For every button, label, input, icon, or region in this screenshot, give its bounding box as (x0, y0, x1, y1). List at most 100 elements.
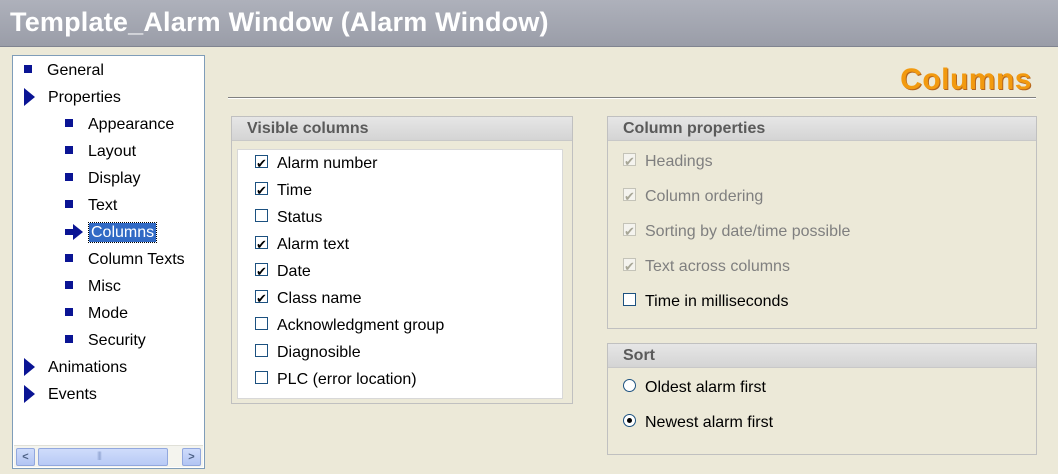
scroll-left-button[interactable]: < (16, 448, 35, 466)
checkbox-icon (623, 220, 636, 244)
checkbox-label: Date (277, 263, 311, 280)
nav-item-text[interactable]: Text (65, 194, 117, 218)
group-heading: Sort (608, 344, 1036, 368)
checkbox-icon[interactable] (255, 344, 268, 358)
checkbox-time-in-milliseconds[interactable]: Time in milliseconds (623, 290, 788, 314)
checkbox-icon[interactable] (255, 260, 268, 284)
group-heading: Column properties (608, 117, 1036, 141)
nav-item-label: Display (88, 170, 141, 187)
nav-item-label: Layout (88, 143, 137, 160)
checkbox-acknowledgment-group[interactable]: Acknowledgment group (255, 314, 444, 338)
radio-label: Newest alarm first (645, 414, 774, 431)
checkbox-icon (623, 255, 636, 279)
nav-item-label: Properties (48, 89, 121, 106)
sort-group: Sort Oldest alarm first Newest alarm fir… (607, 343, 1037, 455)
property-tree[interactable]: General Properties Appearance Layout Dis… (12, 55, 205, 469)
nav-item-misc[interactable]: Misc (65, 275, 121, 299)
nav-item-label: Events (48, 386, 97, 403)
checkbox-label: Time (277, 182, 312, 199)
checkbox-label: Class name (277, 290, 362, 307)
visible-columns-list: Alarm number Time Status Alarm text Date… (237, 149, 563, 399)
scroll-right-button[interactable]: > (182, 448, 201, 466)
nav-item-label: Security (88, 332, 146, 349)
column-properties-group: Column properties Headings Column orderi… (607, 116, 1037, 329)
checkbox-label: Status (277, 209, 323, 226)
checkbox-alarm-number[interactable]: Alarm number (255, 152, 377, 176)
nav-item-mode[interactable]: Mode (65, 302, 128, 326)
nav-item-label: Misc (88, 278, 121, 295)
bullet-icon (24, 64, 32, 73)
checkbox-icon[interactable] (255, 371, 268, 385)
bullet-icon (65, 280, 73, 289)
radio-label: Oldest alarm first (645, 379, 766, 396)
checkbox-label: Diagnosible (277, 344, 361, 361)
checkbox-label: Time in milliseconds (645, 293, 789, 310)
expand-triangle-icon (24, 357, 35, 376)
horizontal-scrollbar[interactable]: < > (14, 445, 203, 467)
checkbox-icon[interactable] (255, 209, 268, 223)
nav-item-general[interactable]: General (24, 59, 104, 83)
checkbox-label: Headings (645, 153, 713, 170)
window-title: Template_Alarm Window (Alarm Window) (10, 7, 549, 37)
checkbox-label: PLC (error location) (277, 371, 417, 388)
checkbox-label: Column ordering (645, 188, 764, 205)
checkbox-icon (623, 150, 636, 174)
bullet-icon (65, 145, 73, 154)
properties-panel: Columns Visible columns Alarm number Tim… (214, 55, 1052, 469)
section-title: Columns (900, 63, 1032, 96)
alarm-window: Template_Alarm Window (Alarm Window) Gen… (0, 0, 1058, 474)
bullet-icon (65, 172, 73, 181)
bullet-icon (65, 334, 73, 343)
nav-item-label: Columns (87, 222, 158, 243)
expand-triangle-icon (24, 87, 35, 106)
checkbox-label: Sorting by date/time possible (645, 223, 851, 240)
checkbox-icon[interactable] (255, 287, 268, 311)
nav-item-security[interactable]: Security (65, 329, 146, 353)
checkbox-class-name[interactable]: Class name (255, 287, 361, 311)
radio-newest-alarm-first[interactable]: Newest alarm first (623, 411, 773, 435)
nav-item-display[interactable]: Display (65, 167, 140, 191)
checkbox-icon (623, 185, 636, 209)
checkbox-diagnosible[interactable]: Diagnosible (255, 341, 361, 365)
checkbox-time[interactable]: Time (255, 179, 312, 203)
radio-icon[interactable] (623, 414, 636, 428)
nav-item-label: Text (88, 197, 118, 214)
checkbox-label: Text across columns (645, 258, 790, 275)
nav-item-label: Column Texts (88, 251, 185, 268)
nav-item-label: General (47, 62, 104, 79)
bullet-icon (65, 199, 73, 208)
nav-item-events[interactable]: Events (24, 383, 97, 407)
nav-item-layout[interactable]: Layout (65, 140, 136, 164)
checkbox-label: Alarm text (277, 236, 350, 253)
checkbox-icon[interactable] (255, 152, 268, 176)
checkbox-icon[interactable] (255, 233, 268, 257)
checkbox-icon[interactable] (255, 317, 268, 331)
nav-item-animations[interactable]: Animations (24, 356, 127, 380)
checkbox-column-ordering: Column ordering (623, 185, 763, 209)
checkbox-icon[interactable] (255, 179, 268, 203)
bullet-icon (65, 253, 73, 262)
nav-item-label: Appearance (88, 116, 175, 133)
expand-triangle-icon (24, 384, 35, 403)
checkbox-label: Alarm number (277, 155, 378, 172)
bullet-icon (65, 118, 73, 127)
group-heading: Visible columns (232, 117, 572, 141)
scroll-thumb[interactable] (38, 448, 168, 466)
nav-item-label: Mode (88, 305, 129, 322)
bullet-icon (65, 307, 73, 316)
nav-item-column-texts[interactable]: Column Texts (65, 248, 185, 272)
checkbox-status[interactable]: Status (255, 206, 322, 230)
checkbox-sorting-by-date: Sorting by date/time possible (623, 220, 850, 244)
radio-icon[interactable] (623, 379, 636, 393)
nav-item-label: Animations (48, 359, 128, 376)
checkbox-date[interactable]: Date (255, 260, 311, 284)
nav-item-columns[interactable]: Columns (65, 221, 158, 245)
radio-oldest-alarm-first[interactable]: Oldest alarm first (623, 376, 766, 400)
section-divider (228, 97, 1036, 99)
nav-item-properties[interactable]: Properties (24, 86, 121, 110)
checkbox-alarm-text[interactable]: Alarm text (255, 233, 349, 257)
nav-item-appearance[interactable]: Appearance (65, 113, 174, 137)
checkbox-plc-error-location[interactable]: PLC (error location) (255, 368, 417, 392)
selected-arrow-icon (65, 223, 85, 240)
checkbox-icon[interactable] (623, 293, 636, 307)
